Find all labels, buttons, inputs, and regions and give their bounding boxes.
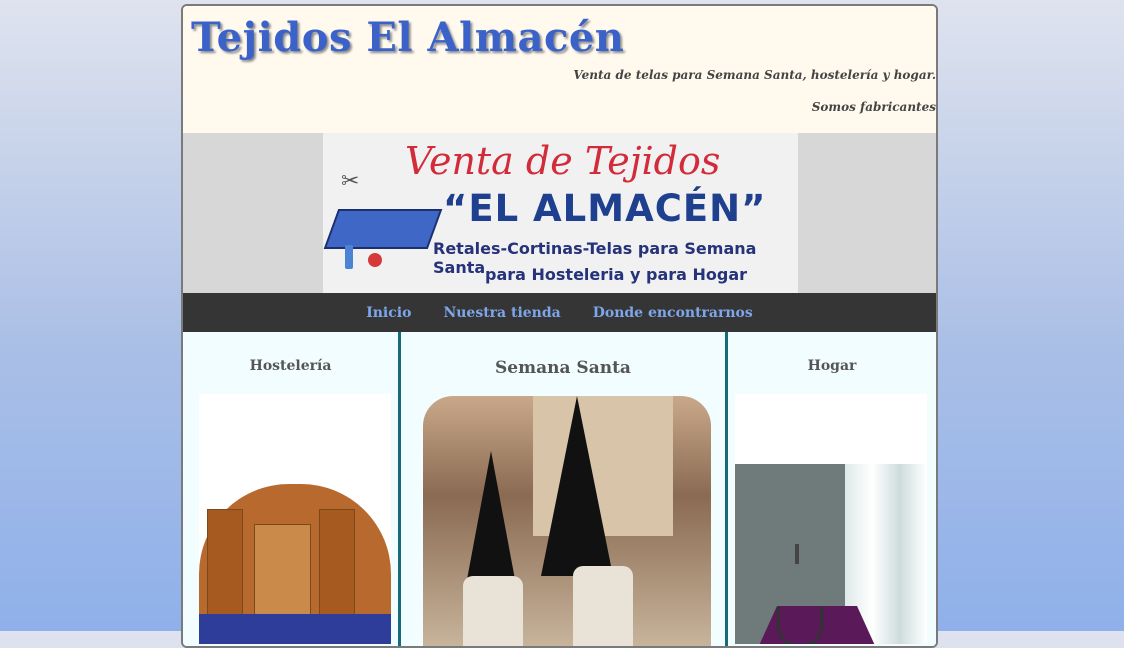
page-container: Tejidos El Almacén Venta de telas para S… [181,4,938,648]
banner-store-name: “EL ALMACÉN” [443,187,767,230]
nazareno-hood [541,396,613,576]
column-hosteleria: Hostelería [183,332,398,646]
lamp-base [777,606,823,644]
fabric-bolt-icon [323,209,443,249]
lamp-stem [795,544,799,564]
column-title-hogar: Hogar [807,358,857,374]
nav-link-nuestra-tienda[interactable]: Nuestra tienda [443,305,560,321]
column-semana-santa: Semana Santa [401,332,725,646]
nav-link-inicio[interactable]: Inicio [366,305,411,321]
semana-santa-photo[interactable] [423,396,711,646]
bottle-icon [345,245,353,269]
column-hogar: Hogar [728,332,936,646]
thread-spool-icon [368,253,382,267]
column-title-hosteleria: Hostelería [249,358,332,374]
banquet-table [199,614,391,644]
site-header: Tejidos El Almacén Venta de telas para S… [183,6,936,133]
nazareno-robe [463,576,523,646]
nav-link-donde-encontrarnos[interactable]: Donde encontrarnos [593,305,753,321]
banner-audience: para Hosteleria y para Hogar [485,265,748,284]
nazareno-robe [573,566,633,646]
banner-image: ✂ Venta de Tejidos “EL ALMACÉN” Retales-… [323,133,798,293]
content-area: Hostelería Semana Santa Hogar [183,332,936,646]
hosteleria-photo[interactable] [199,394,391,644]
site-tagline: Venta de telas para Semana Santa, hostel… [573,68,936,82]
column-title-semana-santa: Semana Santa [495,358,631,378]
site-title[interactable]: Tejidos El Almacén [191,14,624,61]
main-navigation: Inicio Nuestra tienda Donde encontrarnos [183,293,936,332]
hogar-photo[interactable] [735,394,927,644]
banner-headline: Venta de Tejidos [405,139,721,183]
site-subtagline: Somos fabricantes [811,100,936,114]
banner: ✂ Venta de Tejidos “EL ALMACÉN” Retales-… [183,133,936,293]
scissors-icon: ✂ [341,169,360,194]
